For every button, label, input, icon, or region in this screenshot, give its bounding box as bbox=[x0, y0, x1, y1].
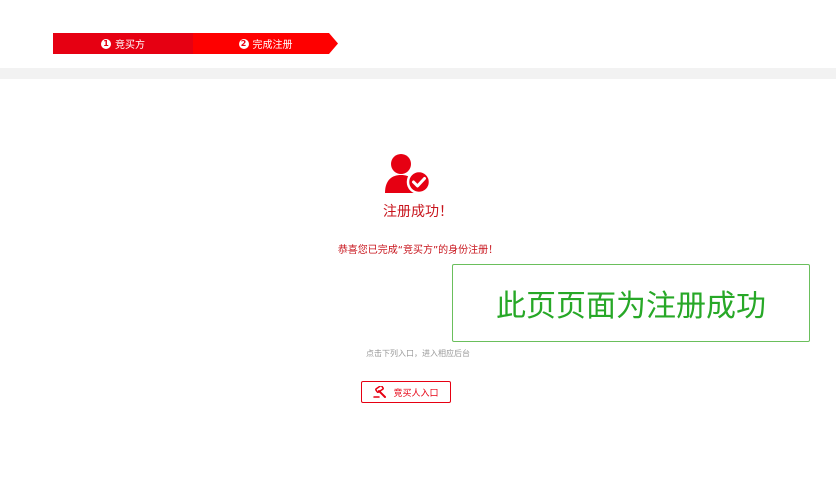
step-complete-registration: 2 完成注册 bbox=[193, 33, 338, 54]
step-number-2: 2 bbox=[239, 39, 249, 49]
step-label-bidder: 竞买方 bbox=[115, 40, 145, 51]
bidder-entry-button[interactable]: 竞买人入口 bbox=[361, 381, 451, 403]
step-label-complete: 完成注册 bbox=[252, 40, 293, 51]
annotation-box: 此页页面为注册成功 bbox=[452, 264, 810, 342]
step-bidder: 1 竞买方 bbox=[53, 33, 193, 54]
bidder-entry-label: 竞买人入口 bbox=[393, 388, 439, 399]
success-title: 注册成功！ bbox=[383, 204, 453, 220]
entry-hint: 点击下列入口，进入相应后台 bbox=[366, 349, 470, 358]
success-message: 恭喜您已完成“竞买方”的身份注册！ bbox=[337, 245, 499, 256]
step-number-1: 1 bbox=[101, 38, 111, 49]
gavel-icon bbox=[373, 386, 387, 398]
divider-bar bbox=[0, 68, 836, 79]
registration-steps: 1 竞买方 2 完成注册 bbox=[53, 33, 338, 54]
annotation-text: 此页页面为注册成功 bbox=[496, 289, 766, 324]
user-check-icon bbox=[384, 153, 432, 195]
